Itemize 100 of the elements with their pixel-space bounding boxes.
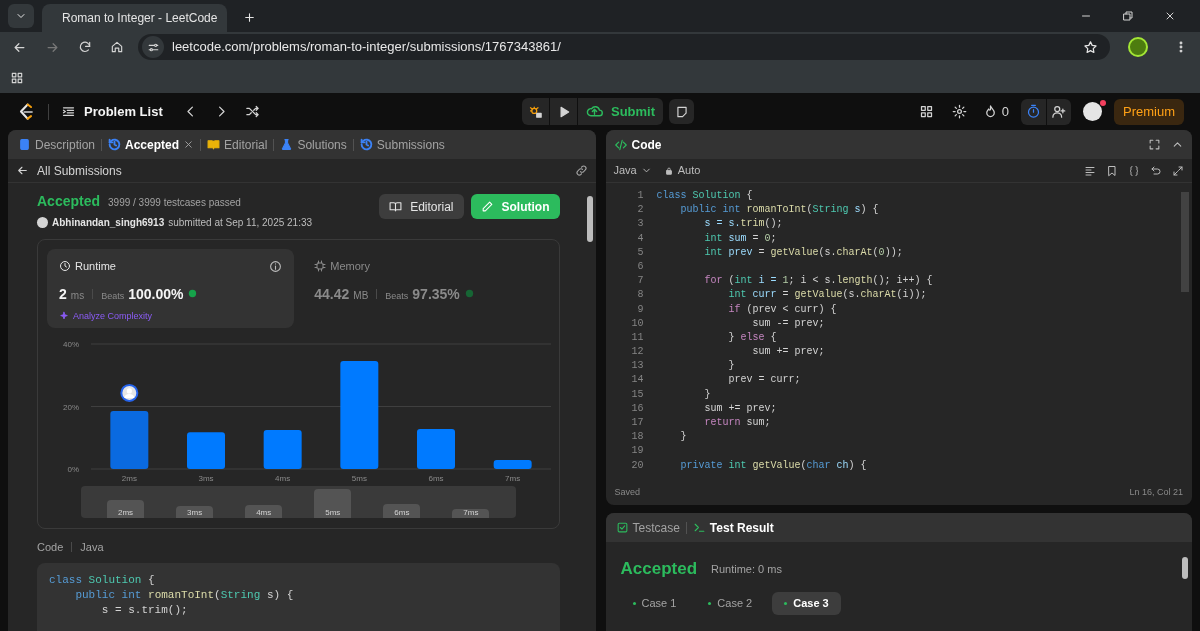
stat-unit: ms xyxy=(70,288,85,303)
beats-percent: 97.35% xyxy=(412,284,460,304)
bug-lock-icon xyxy=(528,104,543,119)
panel-tab[interactable]: Testcase xyxy=(615,518,680,537)
code-line: private int getValue(char ch) { xyxy=(679,458,867,473)
bar[interactable] xyxy=(110,410,149,469)
line-number: 11 xyxy=(630,330,644,345)
line-number: 8 xyxy=(636,288,644,303)
beats-percent: 100.00% xyxy=(128,284,184,304)
panel-tab[interactable]: Submissions xyxy=(359,135,445,154)
overview-bar[interactable]: 3ms xyxy=(176,506,214,518)
book-icon xyxy=(389,200,403,213)
analyze-complexity-link[interactable]: Analyze Complexity xyxy=(59,309,153,323)
editorial-button[interactable]: Editorial xyxy=(379,194,464,219)
scrollbar-thumb[interactable] xyxy=(1182,557,1188,579)
notes-button[interactable] xyxy=(669,99,695,124)
language-dropdown[interactable]: Java xyxy=(613,162,652,179)
stat-label: Memory xyxy=(330,259,370,274)
restore-icon[interactable] xyxy=(1122,10,1134,22)
code-line: return sum; xyxy=(703,416,771,430)
line-number: 4 xyxy=(636,231,644,246)
panel-tab[interactable]: Editorial xyxy=(207,135,268,154)
scrollbar-thumb[interactable] xyxy=(586,196,593,242)
line-number: 16 xyxy=(630,401,644,416)
panel-tab[interactable]: Accepted xyxy=(108,135,180,154)
line-number: 10 xyxy=(630,316,644,331)
terminal-icon xyxy=(692,521,706,534)
user-avatar xyxy=(37,217,48,228)
fullscreen-icon[interactable] xyxy=(1148,138,1161,151)
all-submissions-link[interactable]: All Submissions xyxy=(16,161,122,180)
back-icon xyxy=(16,164,29,177)
panel-tab[interactable]: Test Result xyxy=(692,518,774,537)
close-icon[interactable] xyxy=(1164,10,1176,22)
code-line: class Solution { xyxy=(49,572,156,588)
reset-icon[interactable] xyxy=(1150,164,1162,177)
case-tab[interactable]: Case 3 xyxy=(772,591,841,615)
browser-tab[interactable]: Roman to Integer - LeetCode xyxy=(42,4,227,32)
runtime-stat[interactable]: Runtime 2 ms Beats 100.00% Analyze Complexity xyxy=(47,249,295,328)
braces-icon[interactable] xyxy=(1128,164,1140,177)
apps-grid-icon[interactable] xyxy=(10,70,24,85)
username-link[interactable]: Abhinandan_singh6913 xyxy=(52,215,165,230)
timer-icon xyxy=(1026,104,1041,119)
code-line: prev = curr; xyxy=(727,373,801,388)
axis-label: 0% xyxy=(67,465,79,474)
bar[interactable] xyxy=(263,429,302,469)
list-icon xyxy=(61,104,76,119)
stat-label: Runtime xyxy=(75,259,116,274)
bookmark-star-icon[interactable] xyxy=(1083,39,1098,55)
code-line: } xyxy=(727,359,735,374)
line-number: 5 xyxy=(636,245,644,260)
case-tab[interactable]: Case 2 xyxy=(696,591,765,615)
beats-label: Beats xyxy=(101,289,125,303)
overview-bar[interactable]: 2ms xyxy=(107,500,145,518)
streak-button[interactable]: 0 xyxy=(982,101,1009,122)
range-overview[interactable]: 2ms 3ms 4ms 5ms 6ms 7ms xyxy=(81,486,516,518)
tab-search-button[interactable] xyxy=(8,4,34,28)
line-number: 7 xyxy=(636,274,644,289)
problem-list-button[interactable]: Problem List xyxy=(61,101,163,122)
line-number: 20 xyxy=(630,458,644,473)
scrollbar-thumb[interactable] xyxy=(1181,192,1189,292)
bookmark-icon[interactable] xyxy=(1106,164,1118,177)
edit-icon xyxy=(480,200,494,213)
code-line: public int romanToInt(String s) { xyxy=(74,587,295,603)
lock-icon xyxy=(663,165,674,176)
code-line: for (int i = 1; i < s.length(); i++) { xyxy=(703,274,933,289)
case-tab[interactable]: Case 1 xyxy=(620,591,689,615)
bar[interactable] xyxy=(493,459,532,469)
shuffle-icon[interactable] xyxy=(244,104,260,119)
profile-avatar[interactable] xyxy=(1128,37,1148,57)
chip-icon xyxy=(314,260,327,273)
home-icon[interactable] xyxy=(110,40,124,54)
memory-stat[interactable]: Memory 44.42 MB Beats 97.35% xyxy=(302,249,550,328)
panel-tab[interactable]: Solutions xyxy=(280,135,347,154)
info-icon[interactable] xyxy=(269,259,283,273)
overview-bar[interactable]: 6ms xyxy=(383,504,421,518)
overview-bar[interactable]: 5ms xyxy=(314,489,352,518)
format-icon[interactable] xyxy=(1084,164,1096,177)
language-label: Java xyxy=(80,540,104,555)
premium-button[interactable]: Premium xyxy=(1114,98,1184,125)
axis-label: 5ms xyxy=(351,474,367,481)
address-bar[interactable]: leetcode.com/problems/roman-to-integer/submissions/1767343861/ xyxy=(138,34,1110,60)
new-tab-icon[interactable] xyxy=(243,11,256,24)
clock-icon xyxy=(59,260,71,273)
line-number: 3 xyxy=(636,217,644,232)
code-line: } xyxy=(703,387,711,402)
reload-icon[interactable] xyxy=(78,40,92,54)
layout-icon[interactable] xyxy=(918,104,934,119)
overview-bar[interactable]: 4ms xyxy=(245,505,283,518)
line-number: 12 xyxy=(630,345,644,360)
code-icon xyxy=(613,137,628,152)
beats-label: Beats xyxy=(385,289,409,303)
link-icon[interactable] xyxy=(574,164,588,177)
overview-bar[interactable]: 7ms xyxy=(452,509,490,518)
submission-time: submitted at Sep 11, 2025 21:33 xyxy=(168,216,313,230)
settings-icon[interactable] xyxy=(951,104,967,119)
bar[interactable] xyxy=(340,360,379,469)
panel-tab[interactable]: Description xyxy=(18,135,96,154)
submission-status: Accepted xyxy=(37,192,101,211)
expand-icon[interactable] xyxy=(1172,164,1184,177)
close-icon[interactable] xyxy=(183,139,195,150)
